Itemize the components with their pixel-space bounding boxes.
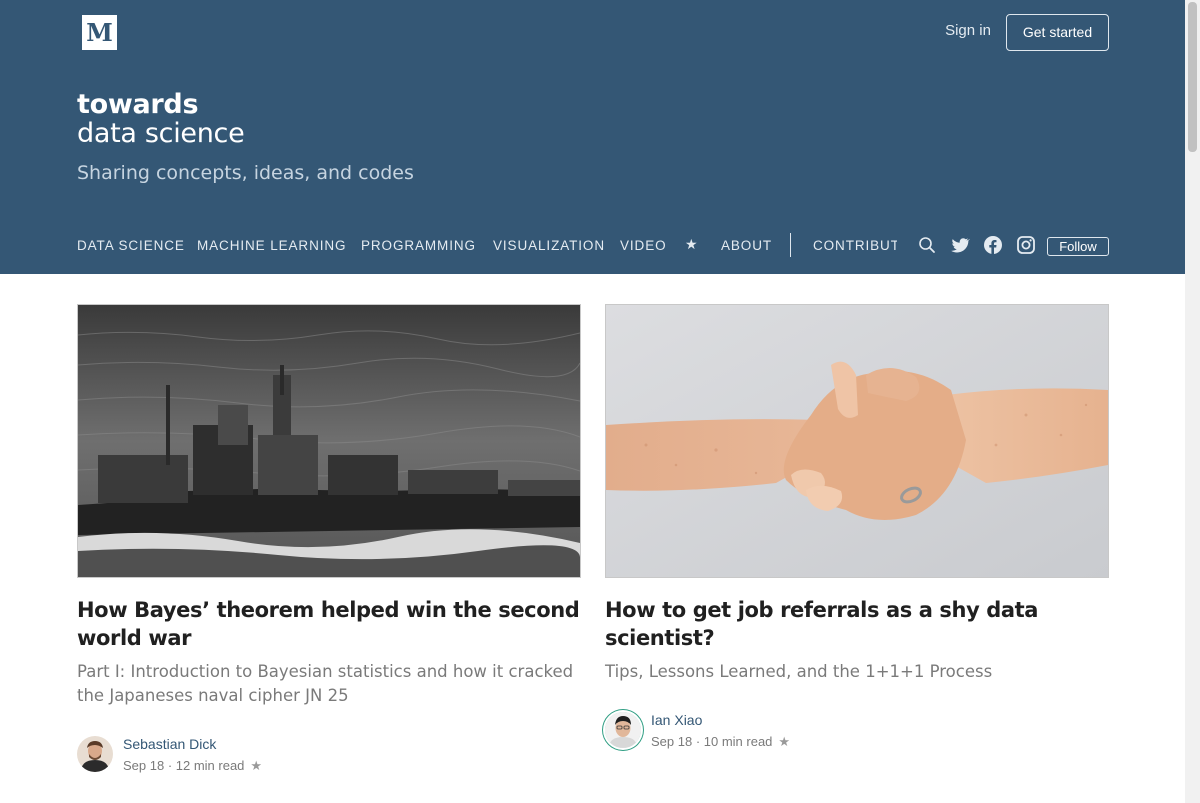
article-card: How to get job referrals as a shy data s… — [605, 304, 1109, 752]
article-meta: Sep 18 · 12 min read ★ — [123, 758, 263, 773]
publication-header: M Sign in Get started towards data scien… — [0, 0, 1185, 274]
publication-title-light[interactable]: data science — [77, 118, 245, 149]
member-star-icon[interactable]: ★ — [778, 734, 790, 749]
nav-divider — [790, 233, 791, 257]
author-name[interactable]: Ian Xiao — [651, 712, 702, 728]
author-block: Sebastian Dick Sep 18 · 12 min read ★ — [77, 736, 581, 776]
medium-logo[interactable]: M — [82, 15, 117, 50]
nav-item-about[interactable]: ABOUT — [721, 238, 772, 253]
get-started-button[interactable]: Get started — [1006, 14, 1109, 51]
article-date: Sep 18 — [123, 758, 165, 773]
avatar[interactable] — [77, 736, 113, 772]
article-meta: Sep 18 · 10 min read ★ — [651, 734, 791, 749]
nav-item-visualization[interactable]: VISUALIZATION — [493, 238, 605, 253]
nav-item-contribute[interactable]: CONTRIBUTE — [813, 238, 897, 253]
follow-button[interactable]: Follow — [1047, 237, 1109, 256]
sign-in-link[interactable]: Sign in — [930, 22, 1006, 39]
article-card: How Bayes’ theorem helped win the second… — [77, 304, 581, 776]
nav-item-machine-learning[interactable]: MACHINE LEARNING — [197, 238, 346, 253]
instagram-icon[interactable] — [1016, 235, 1036, 255]
nav-item-programming[interactable]: PROGRAMMING — [361, 238, 476, 253]
article-title[interactable]: How to get job referrals as a shy data s… — [605, 596, 1109, 652]
article-subtitle[interactable]: Tips, Lessons Learned, and the 1+1+1 Pro… — [605, 660, 1109, 684]
handshake-photo — [606, 305, 1108, 577]
search-icon[interactable] — [917, 235, 937, 255]
nav-item-video[interactable]: VIDEO — [620, 238, 667, 253]
author-name[interactable]: Sebastian Dick — [123, 736, 216, 752]
avatar[interactable] — [605, 712, 641, 748]
twitter-icon[interactable] — [950, 235, 971, 255]
article-subtitle[interactable]: Part I: Introduction to Bayesian statist… — [77, 660, 581, 708]
nav-item-star-icon[interactable]: ★ — [685, 236, 698, 253]
read-time: 10 min read — [703, 734, 773, 749]
facebook-icon[interactable] — [983, 235, 1003, 255]
publication-tagline: Sharing concepts, ideas, and codes — [77, 162, 414, 184]
article-date: Sep 18 — [651, 734, 693, 749]
publication-title-bold[interactable]: towards — [77, 89, 199, 120]
author-block: Ian Xiao Sep 18 · 10 min read ★ — [605, 712, 1109, 752]
article-title[interactable]: How Bayes’ theorem helped win the second… — [77, 596, 581, 652]
scrollbar-thumb[interactable] — [1188, 2, 1197, 152]
read-time: 12 min read — [175, 758, 245, 773]
battleship-photo — [78, 305, 580, 577]
member-star-icon[interactable]: ★ — [250, 758, 262, 773]
article-image-handshake[interactable] — [605, 304, 1109, 578]
publication-nav: DATA SCIENCE MACHINE LEARNING PROGRAMMIN… — [77, 233, 1109, 259]
nav-item-data-science[interactable]: DATA SCIENCE — [77, 238, 185, 253]
article-image-battleship[interactable] — [77, 304, 581, 578]
page-scrollbar[interactable] — [1185, 0, 1200, 803]
